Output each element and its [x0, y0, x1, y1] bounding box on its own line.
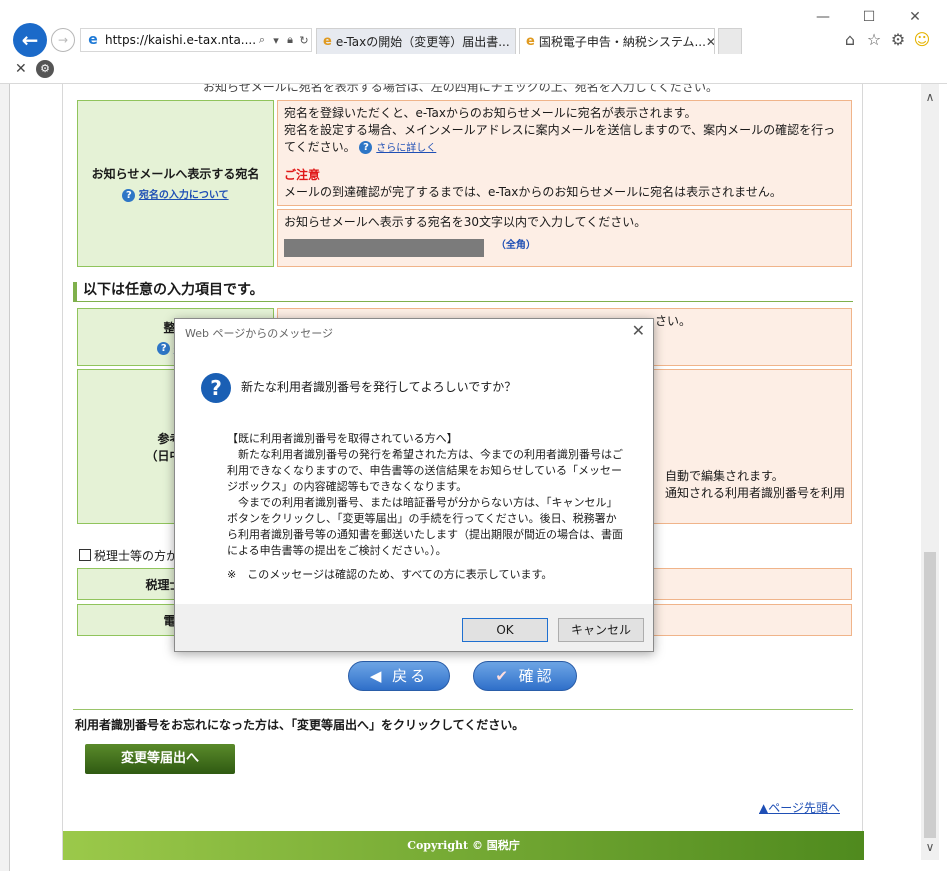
help-icon: ?: [122, 188, 136, 202]
help-icon: ?: [157, 342, 171, 356]
fullwidth-hint: （全角）: [495, 239, 536, 251]
new-tab-button[interactable]: [718, 28, 742, 54]
scroll-thumb[interactable]: [924, 552, 936, 838]
name-label-cell: お知らせメールへ表示する宛名 ? 宛名の入力について: [77, 100, 274, 267]
tab-label: e-Taxの開始（変更等）届出書...: [335, 35, 510, 49]
reference-info-text-2: 通知される利用者識別番号を利用: [665, 486, 846, 500]
name-desc-2-wrap: 宛名を設定する場合、メインメールアドレスに案内メールを送信しますので、案内メール…: [284, 122, 845, 157]
home-icon[interactable]: ⌂: [840, 30, 860, 50]
back-button-label: 戻る: [392, 667, 429, 685]
tax-accountant-checkbox[interactable]: [79, 549, 91, 561]
close-window-button[interactable]: ✕: [892, 6, 938, 28]
scroll-down-icon[interactable]: ∨: [921, 840, 939, 856]
question-icon: ?: [201, 373, 231, 403]
back-arrow-icon: ◀: [369, 667, 393, 685]
lock-icon[interactable]: 🔒︎: [283, 33, 297, 47]
name-description-cell: 宛名を登録いただくと、e-Taxからのお知らせメールに宛名が表示されます。 宛名…: [277, 100, 852, 206]
dropdown-icon[interactable]: ▾: [269, 34, 283, 47]
more-details-link[interactable]: さらに詳しく: [376, 143, 436, 154]
tab-etax-system[interactable]: e 国税電子申告・納税システム... ✕: [519, 28, 715, 54]
background-window-strip: [0, 84, 10, 871]
confirm-button[interactable]: ✔ 確認: [473, 661, 577, 691]
browser-chrome: — ☐ ✕ ← → e https://kaishi.e-tax.nta....…: [0, 0, 947, 84]
name-value-col: 宛名を登録いただくと、e-Taxからのお知らせメールに宛名が表示されます。 宛名…: [277, 100, 852, 267]
name-input-prompt: お知らせメールへ表示する宛名を30文字以内で入力してください。: [284, 215, 647, 229]
dialog-question: 新たな利用者識別番号を発行してよろしいですか？: [241, 380, 517, 394]
address-bar[interactable]: e https://kaishi.e-tax.nta.... ⌕ ▾ 🔒︎ ↻: [80, 28, 312, 52]
url-text: https://kaishi.e-tax.nta....: [105, 33, 255, 47]
back-button[interactable]: ◀ 戻る: [348, 661, 450, 691]
optional-section-heading: 以下は任意の入力項目です。: [73, 282, 853, 302]
forgot-id-text: 利用者識別番号をお忘れになった方は、「変更等届出へ」をクリックしてください。: [75, 718, 525, 732]
ie-logo-icon: e: [88, 32, 98, 48]
tab-label: 国税電子申告・納税システム...: [538, 35, 706, 49]
back-icon[interactable]: ←: [13, 23, 47, 57]
tab-etax-start[interactable]: e e-Taxの開始（変更等）届出書...: [316, 28, 516, 54]
dialog-footer: OK キャンセル: [175, 604, 653, 651]
help-icon: ?: [359, 141, 373, 154]
name-help[interactable]: ? 宛名の入力について: [122, 186, 229, 202]
name-input-field[interactable]: [284, 239, 484, 257]
page-top-link[interactable]: ▲ページ先頭へ: [759, 799, 840, 816]
name-help-link[interactable]: 宛名の入力について: [139, 190, 229, 201]
confirm-dialog: Web ページからのメッセージ ✕ ? 新たな利用者識別番号を発行してよろしいで…: [174, 318, 654, 652]
check-icon: ✔: [495, 667, 519, 685]
dialog-title: Web ページからのメッセージ: [185, 327, 334, 340]
scroll-up-icon[interactable]: ∧: [921, 90, 939, 106]
cut-off-instruction: お知らせメールに宛名を表示する場合は、左の四角にチェックの上、宛名を入力してくだ…: [203, 84, 719, 94]
caution-text: メールの到達確認が完了するまでは、e-Taxからのお知らせメールに宛名は表示され…: [284, 185, 782, 199]
copyright-footer: Copyright © 国税庁: [63, 831, 864, 860]
settings-gear-icon[interactable]: ⚙: [888, 30, 908, 50]
close-tab-icon[interactable]: ✕: [706, 35, 714, 49]
forward-icon[interactable]: →: [51, 28, 75, 52]
reference-number-text: さい。: [654, 314, 691, 328]
divider: [73, 709, 853, 710]
dialog-close-icon[interactable]: ✕: [632, 321, 645, 340]
page-top-label: ページ先頭へ: [768, 801, 840, 815]
refresh-icon[interactable]: ↻: [297, 34, 311, 47]
dialog-body: 【既に利用者識別番号を取得されている方へ】 新たな利用者識別番号の発行を希望され…: [227, 431, 623, 583]
ie-logo-icon: e: [323, 34, 332, 49]
name-desc-1: 宛名を登録いただくと、e-Taxからのお知らせメールに宛名が表示されます。: [284, 106, 697, 120]
favorites-star-icon[interactable]: ☆: [864, 30, 884, 50]
maximize-button[interactable]: ☐: [846, 6, 892, 28]
change-notification-button[interactable]: 変更等届出へ: [85, 744, 235, 774]
minimize-button[interactable]: —: [800, 6, 846, 28]
command-bar: ✕ ⚙: [0, 58, 947, 82]
name-input-cell: お知らせメールへ表示する宛名を30文字以内で入力してください。 （全角）: [277, 209, 852, 267]
confirm-button-label: 確認: [518, 667, 555, 685]
addon-gear-icon[interactable]: ⚙: [36, 60, 54, 78]
cancel-button[interactable]: キャンセル: [558, 618, 644, 642]
vertical-scrollbar[interactable]: ∧ ∨: [921, 84, 939, 860]
name-row: お知らせメールへ表示する宛名 ? 宛名の入力について 宛名を登録いただくと、e-…: [77, 100, 852, 267]
caution-title: ご注意: [284, 168, 321, 182]
tax-accountant-label: 税理士等の方か: [94, 549, 179, 563]
dialog-note: ※ このメッセージは確認のため、すべての方に表示しています。: [227, 568, 553, 581]
reference-info-text-1: 自動で編集されます。: [665, 469, 784, 483]
tax-accountant-checkbox-row[interactable]: 税理士等の方か: [79, 547, 178, 564]
search-icon[interactable]: ⌕: [255, 33, 269, 47]
ok-button[interactable]: OK: [462, 618, 548, 642]
up-arrow-icon: ▲: [759, 801, 769, 815]
feedback-smiley-icon[interactable]: ☺: [912, 30, 932, 50]
ie-logo-icon: e: [526, 34, 535, 49]
dialog-body-text: 【既に利用者識別番号を取得されている方へ】 新たな利用者識別番号の発行を希望され…: [227, 432, 623, 557]
close-icon[interactable]: ✕: [15, 61, 27, 77]
name-label: お知らせメールへ表示する宛名: [91, 167, 260, 182]
